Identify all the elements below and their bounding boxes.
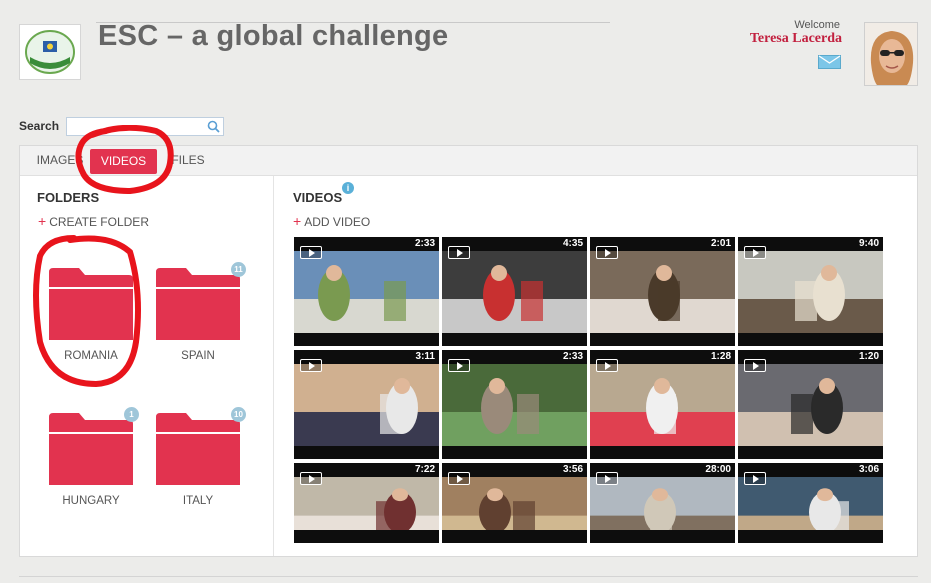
folder-count-badge: 11 [231, 262, 246, 277]
play-icon[interactable] [744, 246, 766, 259]
folder-label: HUNGARY [62, 495, 120, 507]
thumbnail-bottom-bar [442, 333, 587, 346]
footer-divider [19, 576, 918, 577]
video-thumbnail[interactable]: 28:00 [590, 463, 735, 543]
folder-spain[interactable]: 11 SPAIN [156, 262, 246, 362]
folder-label: SPAIN [181, 350, 215, 362]
folder-count-badge: 1 [124, 407, 139, 422]
play-icon[interactable] [448, 472, 470, 485]
thumbnail-bottom-bar [590, 333, 735, 346]
folder-hungary[interactable]: 1 HUNGARY [49, 407, 139, 507]
plus-icon: + [38, 213, 47, 229]
video-thumbnail[interactable]: 7:22 [294, 463, 439, 543]
media-panel: IMAGES VIDEOS FILES FOLDERS + CREATE FOLD… [19, 145, 918, 557]
video-thumbnail[interactable]: 3:06 [738, 463, 883, 543]
video-duration: 3:56 [562, 464, 583, 475]
column-divider [273, 176, 274, 556]
create-folder-button[interactable]: + CREATE FOLDER [38, 213, 149, 229]
video-thumbnail[interactable]: 4:35 [442, 237, 587, 346]
search-label: Search [19, 119, 60, 133]
folder-label: ITALY [182, 495, 214, 507]
thumbnail-bottom-bar [590, 530, 735, 543]
play-icon[interactable] [300, 359, 322, 372]
video-thumbnail[interactable]: 2:01 [590, 237, 735, 346]
folder-count-badge: 10 [231, 407, 246, 422]
tab-images[interactable]: IMAGES [34, 146, 86, 175]
thumbnail-bottom-bar [738, 530, 883, 543]
thumbnail-bottom-bar [294, 530, 439, 543]
play-icon[interactable] [448, 246, 470, 259]
folder-icon [49, 268, 133, 340]
play-icon[interactable] [596, 359, 618, 372]
video-duration: 2:33 [414, 238, 435, 249]
video-duration: 1:20 [858, 351, 879, 362]
play-icon[interactable] [300, 246, 322, 259]
videos-title: VIDEOS [293, 190, 343, 205]
video-duration: 2:33 [562, 351, 583, 362]
welcome-text: Welcome [794, 19, 840, 31]
video-thumbnail[interactable]: 3:56 [442, 463, 587, 543]
add-video-label: ADD VIDEO [304, 215, 371, 229]
video-frame-image [442, 251, 587, 333]
site-logo[interactable] [19, 24, 81, 80]
avatar-icon [865, 23, 917, 85]
folder-label: ROMANIA [64, 350, 118, 362]
video-frame-image [738, 364, 883, 446]
folder-icon [156, 413, 240, 485]
add-video-button[interactable]: + ADD VIDEO [293, 213, 370, 229]
video-duration: 28:00 [705, 464, 731, 475]
video-duration: 7:22 [414, 464, 435, 475]
folder-icon [49, 413, 133, 485]
search-icon[interactable] [207, 120, 220, 133]
play-icon[interactable] [448, 359, 470, 372]
video-frame-image [442, 364, 587, 446]
thumbnail-bottom-bar [590, 446, 735, 459]
thumbnail-bottom-bar [442, 446, 587, 459]
thumbnail-bottom-bar [294, 446, 439, 459]
logo-icon [25, 30, 75, 74]
thumbnail-bottom-bar [738, 446, 883, 459]
play-icon[interactable] [300, 472, 322, 485]
video-thumbnail[interactable]: 1:20 [738, 350, 883, 459]
video-duration: 3:11 [415, 351, 435, 362]
video-duration: 2:01 [710, 238, 731, 249]
video-frame-image [294, 364, 439, 446]
search-input[interactable] [66, 117, 224, 136]
tab-files[interactable]: FILES [168, 146, 208, 175]
video-thumbnail[interactable]: 3:11 [294, 350, 439, 459]
play-icon[interactable] [744, 359, 766, 372]
create-folder-label: CREATE FOLDER [49, 215, 149, 229]
thumbnail-bottom-bar [294, 333, 439, 346]
video-thumbnail[interactable]: 2:33 [442, 350, 587, 459]
info-icon[interactable]: i [342, 182, 354, 194]
mail-icon[interactable] [818, 55, 841, 69]
tab-videos[interactable]: VIDEOS [90, 149, 157, 174]
video-thumbnail[interactable]: 9:40 [738, 237, 883, 346]
play-icon[interactable] [744, 472, 766, 485]
folder-italy[interactable]: 10 ITALY [156, 407, 246, 507]
play-icon[interactable] [596, 246, 618, 259]
tab-bar: IMAGES VIDEOS FILES [20, 146, 917, 176]
video-duration: 4:35 [562, 238, 583, 249]
folder-icon [156, 268, 240, 340]
folders-title: FOLDERS [37, 190, 100, 205]
video-duration: 1:28 [710, 351, 731, 362]
plus-icon: + [293, 213, 302, 229]
video-frame-image [294, 251, 439, 333]
video-frame-image [590, 251, 735, 333]
video-duration: 3:06 [858, 464, 879, 475]
folder-romania[interactable]: ROMANIA [49, 268, 135, 362]
thumbnail-bottom-bar [442, 530, 587, 543]
user-avatar[interactable] [864, 22, 918, 86]
video-duration: 9:40 [858, 238, 879, 249]
user-name-link[interactable]: Teresa Lacerda [700, 31, 842, 47]
video-frame-image [738, 251, 883, 333]
page-title: ESC – a global challenge [98, 20, 449, 52]
video-thumbnail[interactable]: 1:28 [590, 350, 735, 459]
play-icon[interactable] [596, 472, 618, 485]
video-frame-image [590, 364, 735, 446]
thumbnail-bottom-bar [738, 333, 883, 346]
video-thumbnail[interactable]: 2:33 [294, 237, 439, 346]
